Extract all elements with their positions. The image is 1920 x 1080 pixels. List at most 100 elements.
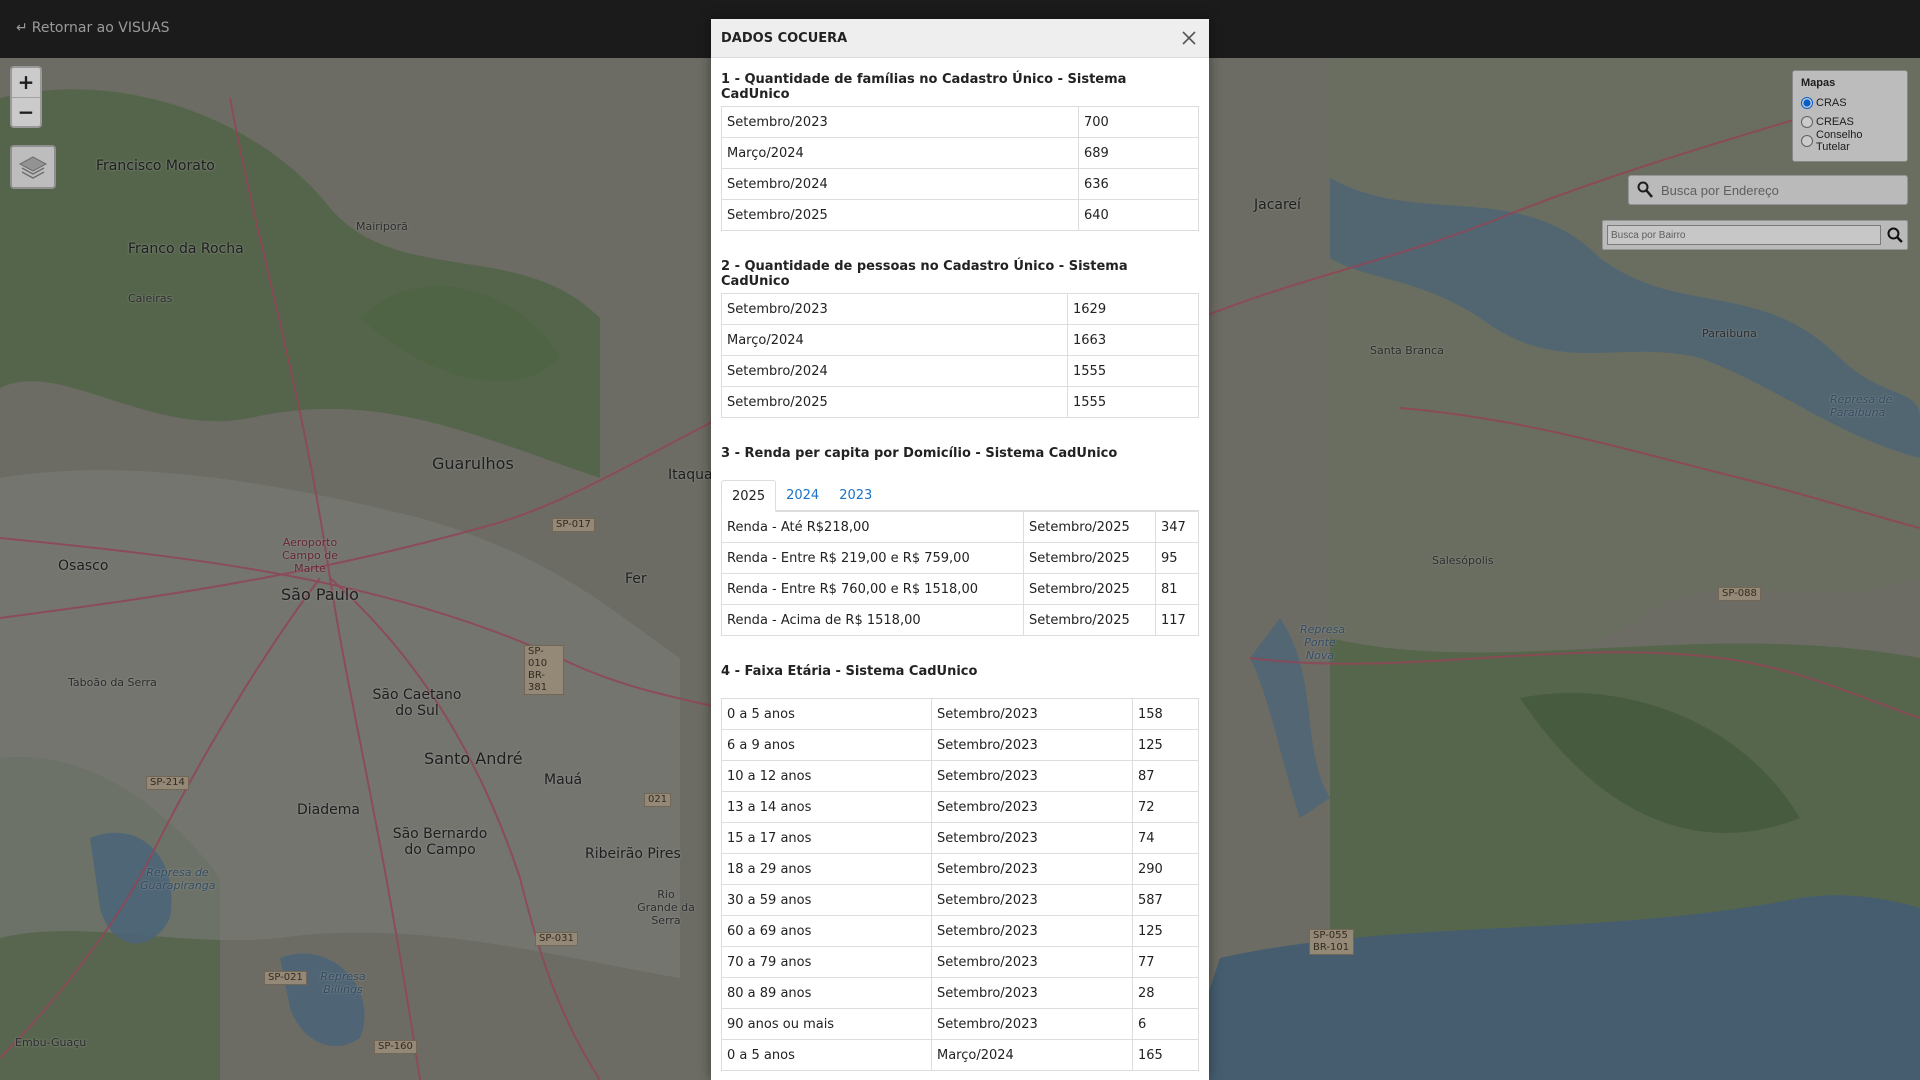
table-cell: 30 a 59 anos [721, 884, 932, 916]
table-cell: Renda - Entre R$ 760,00 e R$ 1518,00 [721, 573, 1024, 605]
return-arrow-icon: ↵ [16, 20, 28, 36]
table-row: Renda - Entre R$ 219,00 e R$ 759,00 Setem… [721, 542, 1199, 574]
table-row: Renda - Até R$218,00 Setembro/2025 347 [721, 511, 1199, 543]
table-cell: 1555 [1067, 386, 1199, 418]
table-row: 18 a 29 anos Setembro/2023 290 [721, 853, 1199, 885]
table-cell: 347 [1155, 511, 1199, 543]
table-cell: 125 [1132, 915, 1199, 947]
section-title: 1 - Quantidade de famílias no Cadastro Ú… [721, 72, 1127, 102]
table-cell: Março/2024 [931, 1039, 1133, 1071]
table-cell: 0 a 5 anos [721, 698, 932, 730]
table-row: Março/2024 1663 [721, 324, 1199, 356]
table-row: Setembro/2023 700 [721, 106, 1199, 138]
table-cell: 72 [1132, 791, 1199, 823]
table-cell: 81 [1155, 573, 1199, 605]
table-row: Setembro/2024 1555 [721, 355, 1199, 387]
age-table: 0 a 5 anos Setembro/2023 158 6 a 9 anos Set… [721, 698, 1199, 1071]
table-cell: 0 a 5 anos [721, 1039, 932, 1071]
back-link-label: Retornar ao VISUAS [31, 20, 170, 36]
table-cell: Renda - Até R$218,00 [721, 511, 1024, 543]
table-cell: 95 [1155, 542, 1199, 574]
modal-title: DADOS COCUERA [721, 30, 848, 46]
table-row: 10 a 12 anos Setembro/2023 87 [721, 760, 1199, 792]
table-cell: Setembro/2023 [931, 1008, 1133, 1040]
table-row: Setembro/2025 640 [721, 199, 1199, 231]
data-modal: DADOS COCUERA 1 - Quantidade de famílias… [711, 19, 1209, 1080]
table-cell: 1555 [1067, 355, 1199, 387]
table-cell: 125 [1132, 729, 1199, 761]
table-cell: Março/2024 [721, 324, 1068, 356]
tab-2025[interactable]: 2025 [721, 480, 777, 512]
table-cell: 1663 [1067, 324, 1199, 356]
table-cell: 15 a 17 anos [721, 822, 932, 854]
tab-2023[interactable]: 2023 [829, 480, 882, 511]
table-cell: Setembro/2025 [1023, 511, 1156, 543]
section-title: 4 - Faixa Etária - Sistema CadUnico [721, 664, 978, 679]
table-row: Março/2024 689 [721, 137, 1199, 169]
table-cell: 165 [1132, 1039, 1199, 1071]
table-cell: Setembro/2025 [721, 386, 1068, 418]
table-cell: Setembro/2023 [931, 791, 1133, 823]
table-cell: Setembro/2023 [721, 106, 1079, 138]
table-cell: 6 [1132, 1008, 1199, 1040]
section-title: 3 - Renda per capita por Domicílio - Sis… [721, 446, 1118, 461]
close-icon[interactable] [1179, 28, 1199, 48]
table-cell: 70 a 79 anos [721, 946, 932, 978]
table-cell: Setembro/2025 [721, 199, 1079, 231]
table-cell: Setembro/2025 [1023, 542, 1156, 574]
table-cell: 13 a 14 anos [721, 791, 932, 823]
table-cell: Setembro/2023 [931, 977, 1133, 1009]
table-cell: Março/2024 [721, 137, 1079, 169]
table-cell: 117 [1155, 604, 1199, 636]
table-row: Setembro/2023 1629 [721, 293, 1199, 325]
table-row: 60 a 69 anos Setembro/2023 125 [721, 915, 1199, 947]
table-cell: 28 [1132, 977, 1199, 1009]
table-cell: 689 [1078, 137, 1199, 169]
table-cell: Setembro/2023 [721, 293, 1068, 325]
table-row: Setembro/2025 1555 [721, 386, 1199, 418]
table-row: 13 a 14 anos Setembro/2023 72 [721, 791, 1199, 823]
table-cell: Setembro/2024 [721, 168, 1079, 200]
back-to-visuas-link[interactable]: ↵ Retornar ao VISUAS [16, 20, 170, 36]
table-cell: Setembro/2023 [931, 915, 1133, 947]
modal-header: DADOS COCUERA [711, 19, 1209, 58]
table-cell: 87 [1132, 760, 1199, 792]
section-title: 2 - Quantidade de pessoas no Cadastro Ún… [721, 259, 1128, 289]
table-row: 15 a 17 anos Setembro/2023 74 [721, 822, 1199, 854]
table-cell: 6 a 9 anos [721, 729, 932, 761]
table-cell: 74 [1132, 822, 1199, 854]
table-cell: 18 a 29 anos [721, 853, 932, 885]
table-cell: Setembro/2023 [931, 884, 1133, 916]
table-cell: Renda - Acima de R$ 1518,00 [721, 604, 1024, 636]
table-row: 70 a 79 anos Setembro/2023 77 [721, 946, 1199, 978]
table-row: 90 anos ou mais Setembro/2023 6 [721, 1008, 1199, 1040]
income-table: Renda - Até R$218,00 Setembro/2025 347 Ren… [721, 511, 1199, 636]
families-table: Setembro/2023 700 Março/2024 689 Setembro/… [721, 106, 1199, 231]
table-row: 6 a 9 anos Setembro/2023 125 [721, 729, 1199, 761]
table-cell: Setembro/2024 [721, 355, 1068, 387]
table-cell: 587 [1132, 884, 1199, 916]
table-cell: 90 anos ou mais [721, 1008, 932, 1040]
table-row: 0 a 5 anos Março/2024 165 [721, 1039, 1199, 1071]
table-cell: Renda - Entre R$ 219,00 e R$ 759,00 [721, 542, 1024, 574]
table-cell: Setembro/2023 [931, 760, 1133, 792]
table-cell: 290 [1132, 853, 1199, 885]
table-cell: 640 [1078, 199, 1199, 231]
table-cell: 60 a 69 anos [721, 915, 932, 947]
table-cell: 77 [1132, 946, 1199, 978]
table-row: Setembro/2024 636 [721, 168, 1199, 200]
people-table: Setembro/2023 1629 Março/2024 1663 Setembr… [721, 293, 1199, 418]
table-cell: 158 [1132, 698, 1199, 730]
table-cell: Setembro/2025 [1023, 604, 1156, 636]
tab-2024[interactable]: 2024 [776, 480, 829, 511]
table-row: Renda - Entre R$ 760,00 e R$ 1518,00 Sete… [721, 573, 1199, 605]
table-row: 80 a 89 anos Setembro/2023 28 [721, 977, 1199, 1009]
table-cell: 1629 [1067, 293, 1199, 325]
table-row: 30 a 59 anos Setembro/2023 587 [721, 884, 1199, 916]
table-cell: Setembro/2023 [931, 729, 1133, 761]
table-cell: Setembro/2025 [1023, 573, 1156, 605]
table-cell: 700 [1078, 106, 1199, 138]
table-cell: 636 [1078, 168, 1199, 200]
table-cell: 10 a 12 anos [721, 760, 932, 792]
table-cell: Setembro/2023 [931, 698, 1133, 730]
